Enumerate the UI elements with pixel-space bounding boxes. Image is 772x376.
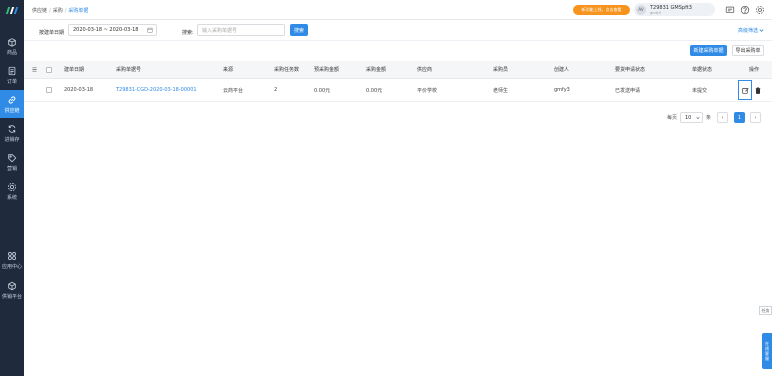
sidebar-item-orders[interactable]: 订单	[0, 61, 24, 89]
avatar: AV	[636, 4, 646, 15]
date-range-value: 2020-03-18 ~ 2020-03-18	[73, 27, 139, 33]
sidebar-item-label: 系统	[6, 194, 17, 201]
delete-icon[interactable]	[755, 87, 761, 94]
column-header[interactable]: 供应商	[417, 61, 432, 78]
breadcrumb-separator: /	[49, 8, 51, 14]
column-header[interactable]: 预采购金额	[314, 61, 339, 78]
cell-order-number-link[interactable]: T29831-CGD-2020-03-18-00001	[116, 79, 197, 101]
table-header: 建单日期 采购单据号 来源 采购任务数 预采购金额 采购金额 供应商 采购员 创…	[24, 61, 772, 79]
sidebar-item-label: 应用中心	[1, 263, 22, 270]
column-header[interactable]: 来源	[223, 61, 233, 78]
tag-icon	[8, 153, 17, 162]
promo-button[interactable]: 新功能上线，点击查看	[573, 5, 630, 15]
advanced-filter-label: 高级筛选	[738, 28, 759, 34]
new-purchase-order-button[interactable]: 新建采购单据	[690, 45, 727, 56]
sidebar-item-marketing[interactable]: 营销	[0, 148, 24, 176]
column-header[interactable]: 单据状态	[692, 61, 712, 78]
sidebar-item-supply-chain[interactable]: 供应链	[0, 90, 24, 118]
task-tab[interactable]: 任务	[759, 306, 772, 315]
gear-icon	[7, 182, 17, 191]
sidebar-item-app-center[interactable]: 应用中心	[0, 246, 24, 274]
refresh-icon	[8, 124, 16, 133]
search-label: 搜索:	[182, 30, 194, 36]
sidebar-item-label: 商品	[6, 49, 17, 56]
top-bar: 供应链 / 采购 / 采购单据 新功能上线，点击查看 AV T29831 GMSpft3…	[24, 0, 772, 20]
cell-request-status: 已发送申请	[615, 87, 641, 94]
sidebar-item-inventory[interactable]: 进销存	[0, 119, 24, 147]
sidebar-item-distribution[interactable]: 供销平台	[0, 276, 24, 304]
cell-buyer: 老师生	[493, 87, 509, 94]
cell-pre-amount: 0.00元	[314, 87, 331, 94]
sidebar-item-goods[interactable]: 商品	[0, 32, 24, 60]
column-header[interactable]: 采购员	[493, 61, 508, 78]
sidebar: 商品 订单 供应链 进销存 营销 系统 应用中心 供销平台	[0, 0, 24, 376]
column-header[interactable]: 创建人	[554, 61, 569, 78]
prev-page-button[interactable]: ‹	[717, 112, 728, 123]
search-button[interactable]: 搜索	[290, 24, 308, 36]
breadcrumb-item-current: 采购单据	[68, 8, 89, 14]
search-input[interactable]: 输入采购单据号	[197, 24, 285, 36]
app-logo[interactable]	[0, 0, 24, 20]
advanced-filter-link[interactable]: 高级筛选	[738, 27, 764, 34]
main-content: 按建单日期 2020-03-18 ~ 2020-03-18 搜索: 输入采购单据…	[24, 20, 772, 376]
table-row[interactable]: 2020-03-18 T29831-CGD-2020-03-18-00001 云…	[24, 79, 772, 102]
page-size-value: 10	[685, 114, 692, 121]
breadcrumb-item-purchase[interactable]: 采购	[53, 8, 63, 14]
edit-icon	[741, 87, 749, 94]
sidebar-item-label: 供销平台	[1, 293, 22, 300]
breadcrumb-item-supply-chain[interactable]: 供应链	[32, 8, 47, 14]
column-header[interactable]: 建单日期	[64, 61, 84, 78]
divider	[24, 40, 772, 41]
date-range-picker[interactable]: 2020-03-18 ~ 2020-03-18	[68, 24, 157, 36]
help-icon[interactable]	[740, 5, 750, 15]
calendar-icon	[147, 27, 153, 33]
row-checkbox[interactable]	[46, 79, 52, 101]
cell-amount: 0.00元	[366, 87, 383, 94]
cell-source: 云商平台	[223, 87, 244, 94]
column-settings-icon[interactable]	[32, 61, 37, 78]
date-filter-label: 按建单日期	[39, 30, 65, 36]
export-button[interactable]: 导出采购单	[732, 45, 764, 56]
per-page-label: 每页	[667, 115, 678, 121]
sidebar-item-label: 营销	[6, 165, 17, 172]
column-header[interactable]: 采购单据号	[116, 61, 141, 78]
document-icon	[8, 66, 16, 75]
edit-button[interactable]	[738, 80, 752, 100]
column-header[interactable]: 采购金额	[366, 61, 386, 78]
chevron-down-icon	[759, 29, 764, 32]
sidebar-item-label: 进销存	[4, 136, 20, 143]
page-size-select[interactable]: 10	[680, 112, 703, 123]
page-size-unit: 条	[706, 115, 712, 121]
breadcrumb-separator: /	[64, 8, 67, 14]
cell-date: 2020-03-18	[64, 87, 94, 93]
column-header[interactable]: 采购任务数	[274, 61, 299, 78]
column-header[interactable]: 要货申请状态	[615, 61, 645, 78]
logo-bar-blue	[13, 6, 19, 14]
box-icon	[8, 37, 16, 47]
cell-supplier: 平价学校	[417, 87, 438, 94]
next-page-button[interactable]: ›	[750, 112, 761, 123]
column-header: 操作	[749, 67, 760, 73]
sidebar-item-label: 供应链	[4, 107, 20, 114]
select-all-checkbox[interactable]	[46, 61, 52, 78]
breadcrumb: 供应链 / 采购 / 采购单据	[32, 7, 88, 14]
online-service-char: 服	[765, 356, 769, 361]
user-account: gmfy3	[650, 11, 662, 15]
page-button-current[interactable]: 1	[734, 112, 745, 123]
settings-icon[interactable]	[755, 5, 765, 15]
user-menu[interactable]: AV T29831 GMSpft3 gmfy3	[634, 3, 715, 16]
link-icon	[8, 95, 16, 104]
cell-task-count: 2	[274, 87, 278, 93]
online-service-tab[interactable]: 在 线 客 服	[762, 333, 772, 369]
message-icon[interactable]	[725, 5, 735, 15]
sidebar-item-system[interactable]: 系统	[0, 177, 24, 205]
cell-creator: gmfy3	[554, 87, 570, 93]
cell-doc-status: 未提交	[692, 87, 708, 94]
chevron-down-icon	[696, 117, 700, 120]
sidebar-item-label: 订单	[6, 78, 17, 85]
apps-icon	[8, 251, 16, 260]
cube-icon	[8, 281, 16, 290]
